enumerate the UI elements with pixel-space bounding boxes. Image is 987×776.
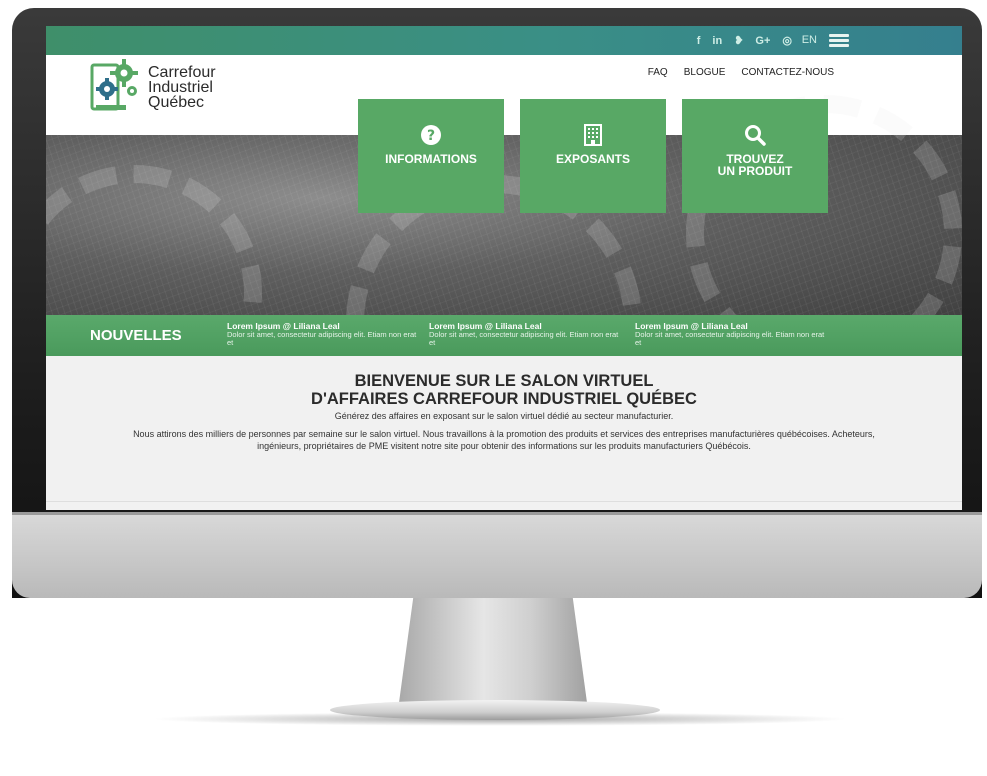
language-switch[interactable]: EN [802,26,817,55]
welcome-section: BIENVENUE SUR LE SALON VIRTUEL D'AFFAIRE… [46,356,962,510]
svg-text:?: ? [427,128,435,144]
logo-line3: Québec [148,94,205,111]
find-product-label-line2: UN PRODUIT [717,164,793,178]
logo-gear-icon [90,59,138,111]
monitor-stand [398,598,588,710]
facebook-icon[interactable]: f [697,35,701,47]
logo-line2: Industriel [148,79,213,96]
news-item-text: Dolor sit amet, consectetur adipiscing e… [429,330,619,347]
menu-icon[interactable] [829,34,849,47]
section-divider [46,501,962,502]
news-item-text: Dolor sit amet, consectetur adipiscing e… [635,330,825,347]
question-circle-icon: ? [358,123,504,147]
exposants-label: EXPOSANTS [555,152,630,166]
building-icon [520,123,666,147]
site-logo[interactable]: Carrefour Industriel Québec [90,59,216,115]
news-item[interactable]: Lorem Ipsum @ Liliana Leal Dolor sit ame… [227,322,417,347]
news-item[interactable]: Lorem Ipsum @ Liliana Leal Dolor sit ame… [429,322,619,347]
logo-text: Carrefour Industriel Québec [148,59,216,111]
news-item-text: Dolor sit amet, consectetur adipiscing e… [227,330,417,347]
welcome-subtitle: Générez des affaires en exposant sur le … [334,411,674,421]
welcome-body: Nous attirons des milliers de personnes … [133,429,875,451]
find-product-label: TROUVEZ UN PRODUIT [682,153,828,177]
informations-label: INFORMATIONS [385,152,477,166]
monitor-stand-base [330,700,660,720]
news-heading: NOUVELLES [90,327,182,344]
nav-contact[interactable]: CONTACTEZ-NOUS [741,67,834,78]
linkedin-icon[interactable]: in [712,35,722,47]
instagram-icon[interactable]: ◎ [782,34,792,47]
website-screen: f in ❥ G+ ◎ EN Carrefour Industriel Québ… [46,26,962,510]
social-links: f in ❥ G+ ◎ [697,26,792,55]
nav-blog[interactable]: BLOGUE [684,67,726,78]
news-strip: NOUVELLES Lorem Ipsum @ Liliana Leal Dol… [46,315,962,356]
news-item[interactable]: Lorem Ipsum @ Liliana Leal Dolor sit ame… [635,322,825,347]
search-icon [682,123,828,147]
twitter-icon[interactable]: ❥ [734,34,743,47]
exposants-tile[interactable]: EXPOSANTS [520,99,666,213]
main-nav: FAQ BLOGUE CONTACTEZ-NOUS [648,67,834,78]
find-product-tile[interactable]: TROUVEZ UN PRODUIT [682,99,828,213]
logo-line1: Carrefour [148,64,216,81]
welcome-title: BIENVENUE SUR LE SALON VIRTUEL D'AFFAIRE… [46,372,962,408]
informations-tile[interactable]: ? INFORMATIONS [358,99,504,213]
nav-faq[interactable]: FAQ [648,67,668,78]
welcome-title-line2: D'AFFAIRES CARREFOUR INDUSTRIEL QUÉBEC [311,390,697,408]
monitor-chin [12,512,982,598]
top-bar: f in ❥ G+ ◎ EN [46,26,962,55]
google-plus-icon[interactable]: G+ [755,35,770,47]
welcome-title-line1: BIENVENUE SUR LE SALON VIRTUEL [354,372,654,390]
